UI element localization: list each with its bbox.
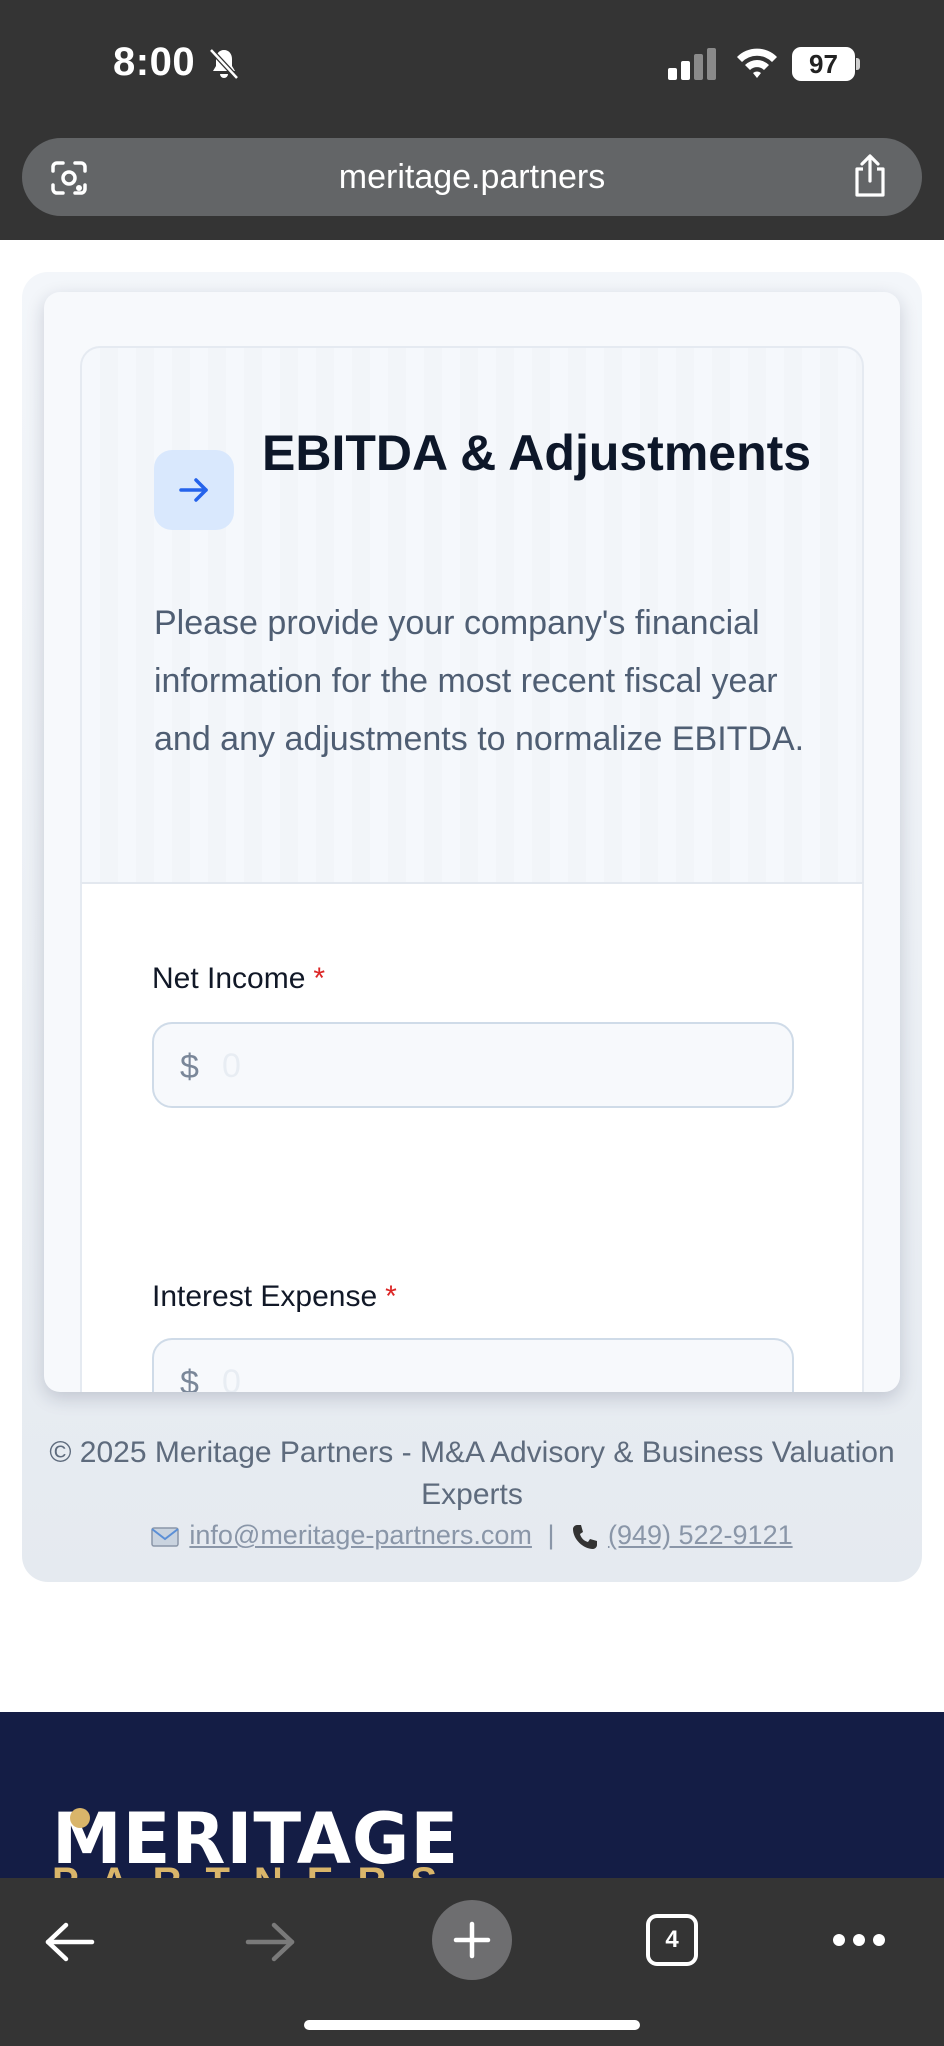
currency-symbol: $ [180, 1364, 199, 1392]
currency-symbol: $ [180, 1048, 199, 1086]
phone-icon [572, 1524, 597, 1549]
logo-subtitle: PARTNERS [52, 1860, 461, 1878]
section-header: EBITDA & Adjustments Please provide your… [80, 346, 864, 882]
more-options-icon[interactable] [832, 1930, 886, 1950]
browser-toolbar: 4 [0, 1878, 944, 2046]
form-card: EBITDA & Adjustments Please provide your… [44, 292, 900, 1392]
net-income-label: Net Income * [152, 962, 326, 995]
contact-line: info@meritage-partners.com | (949) 522-9… [22, 1520, 922, 1552]
battery-indicator: 97 [792, 47, 860, 81]
net-income-input[interactable] [222, 1036, 772, 1096]
interest-expense-input-wrapper[interactable]: $ [152, 1338, 794, 1392]
tab-switcher-button[interactable]: 4 [646, 1914, 698, 1966]
back-arrow-icon[interactable] [42, 1920, 96, 1964]
section-title: EBITDA & Adjustments [262, 425, 812, 481]
form-container: EBITDA & Adjustments Please provide your… [22, 272, 922, 1582]
status-bar: 8:00 97 [0, 0, 944, 130]
forward-arrow-icon[interactable] [244, 1920, 298, 1964]
browser-address-area: meritage.partners [0, 130, 944, 240]
address-bar[interactable]: meritage.partners [22, 138, 922, 216]
page-content: EBITDA & Adjustments Please provide your… [0, 240, 944, 1712]
section-description: Please provide your company's financial … [154, 604, 805, 758]
bell-slash-icon [209, 48, 239, 80]
phone-link[interactable]: (949) 522-9121 [608, 1520, 793, 1550]
share-icon[interactable] [851, 153, 889, 199]
form-fields: Net Income* $ Interest Expense* $ [80, 882, 864, 1392]
interest-expense-input[interactable] [222, 1352, 772, 1392]
cellular-signal-icon [668, 48, 716, 80]
net-income-input-wrapper[interactable]: $ [152, 1022, 794, 1108]
home-indicator [304, 2020, 640, 2030]
interest-expense-label: Interest Expense * [152, 1280, 397, 1313]
site-footer: MERITAGE PARTNERS [0, 1712, 944, 1878]
battery-level: 97 [809, 49, 838, 79]
logo-dot [70, 1808, 90, 1828]
envelope-icon [151, 1527, 180, 1547]
contact-separator: | [547, 1520, 555, 1550]
required-marker: * [385, 1280, 397, 1313]
wifi-icon [737, 48, 777, 78]
arrow-right-icon [154, 450, 234, 530]
copyright-text: © 2025 Meritage Partners - M&A Advisory … [49, 1436, 895, 1511]
url-text: meritage.partners [338, 158, 606, 196]
plus-icon [453, 1921, 491, 1959]
new-tab-button[interactable] [432, 1900, 512, 1980]
required-marker: * [313, 962, 326, 995]
status-time: 8:00 [113, 40, 196, 84]
email-link[interactable]: info@meritage-partners.com [189, 1520, 532, 1550]
